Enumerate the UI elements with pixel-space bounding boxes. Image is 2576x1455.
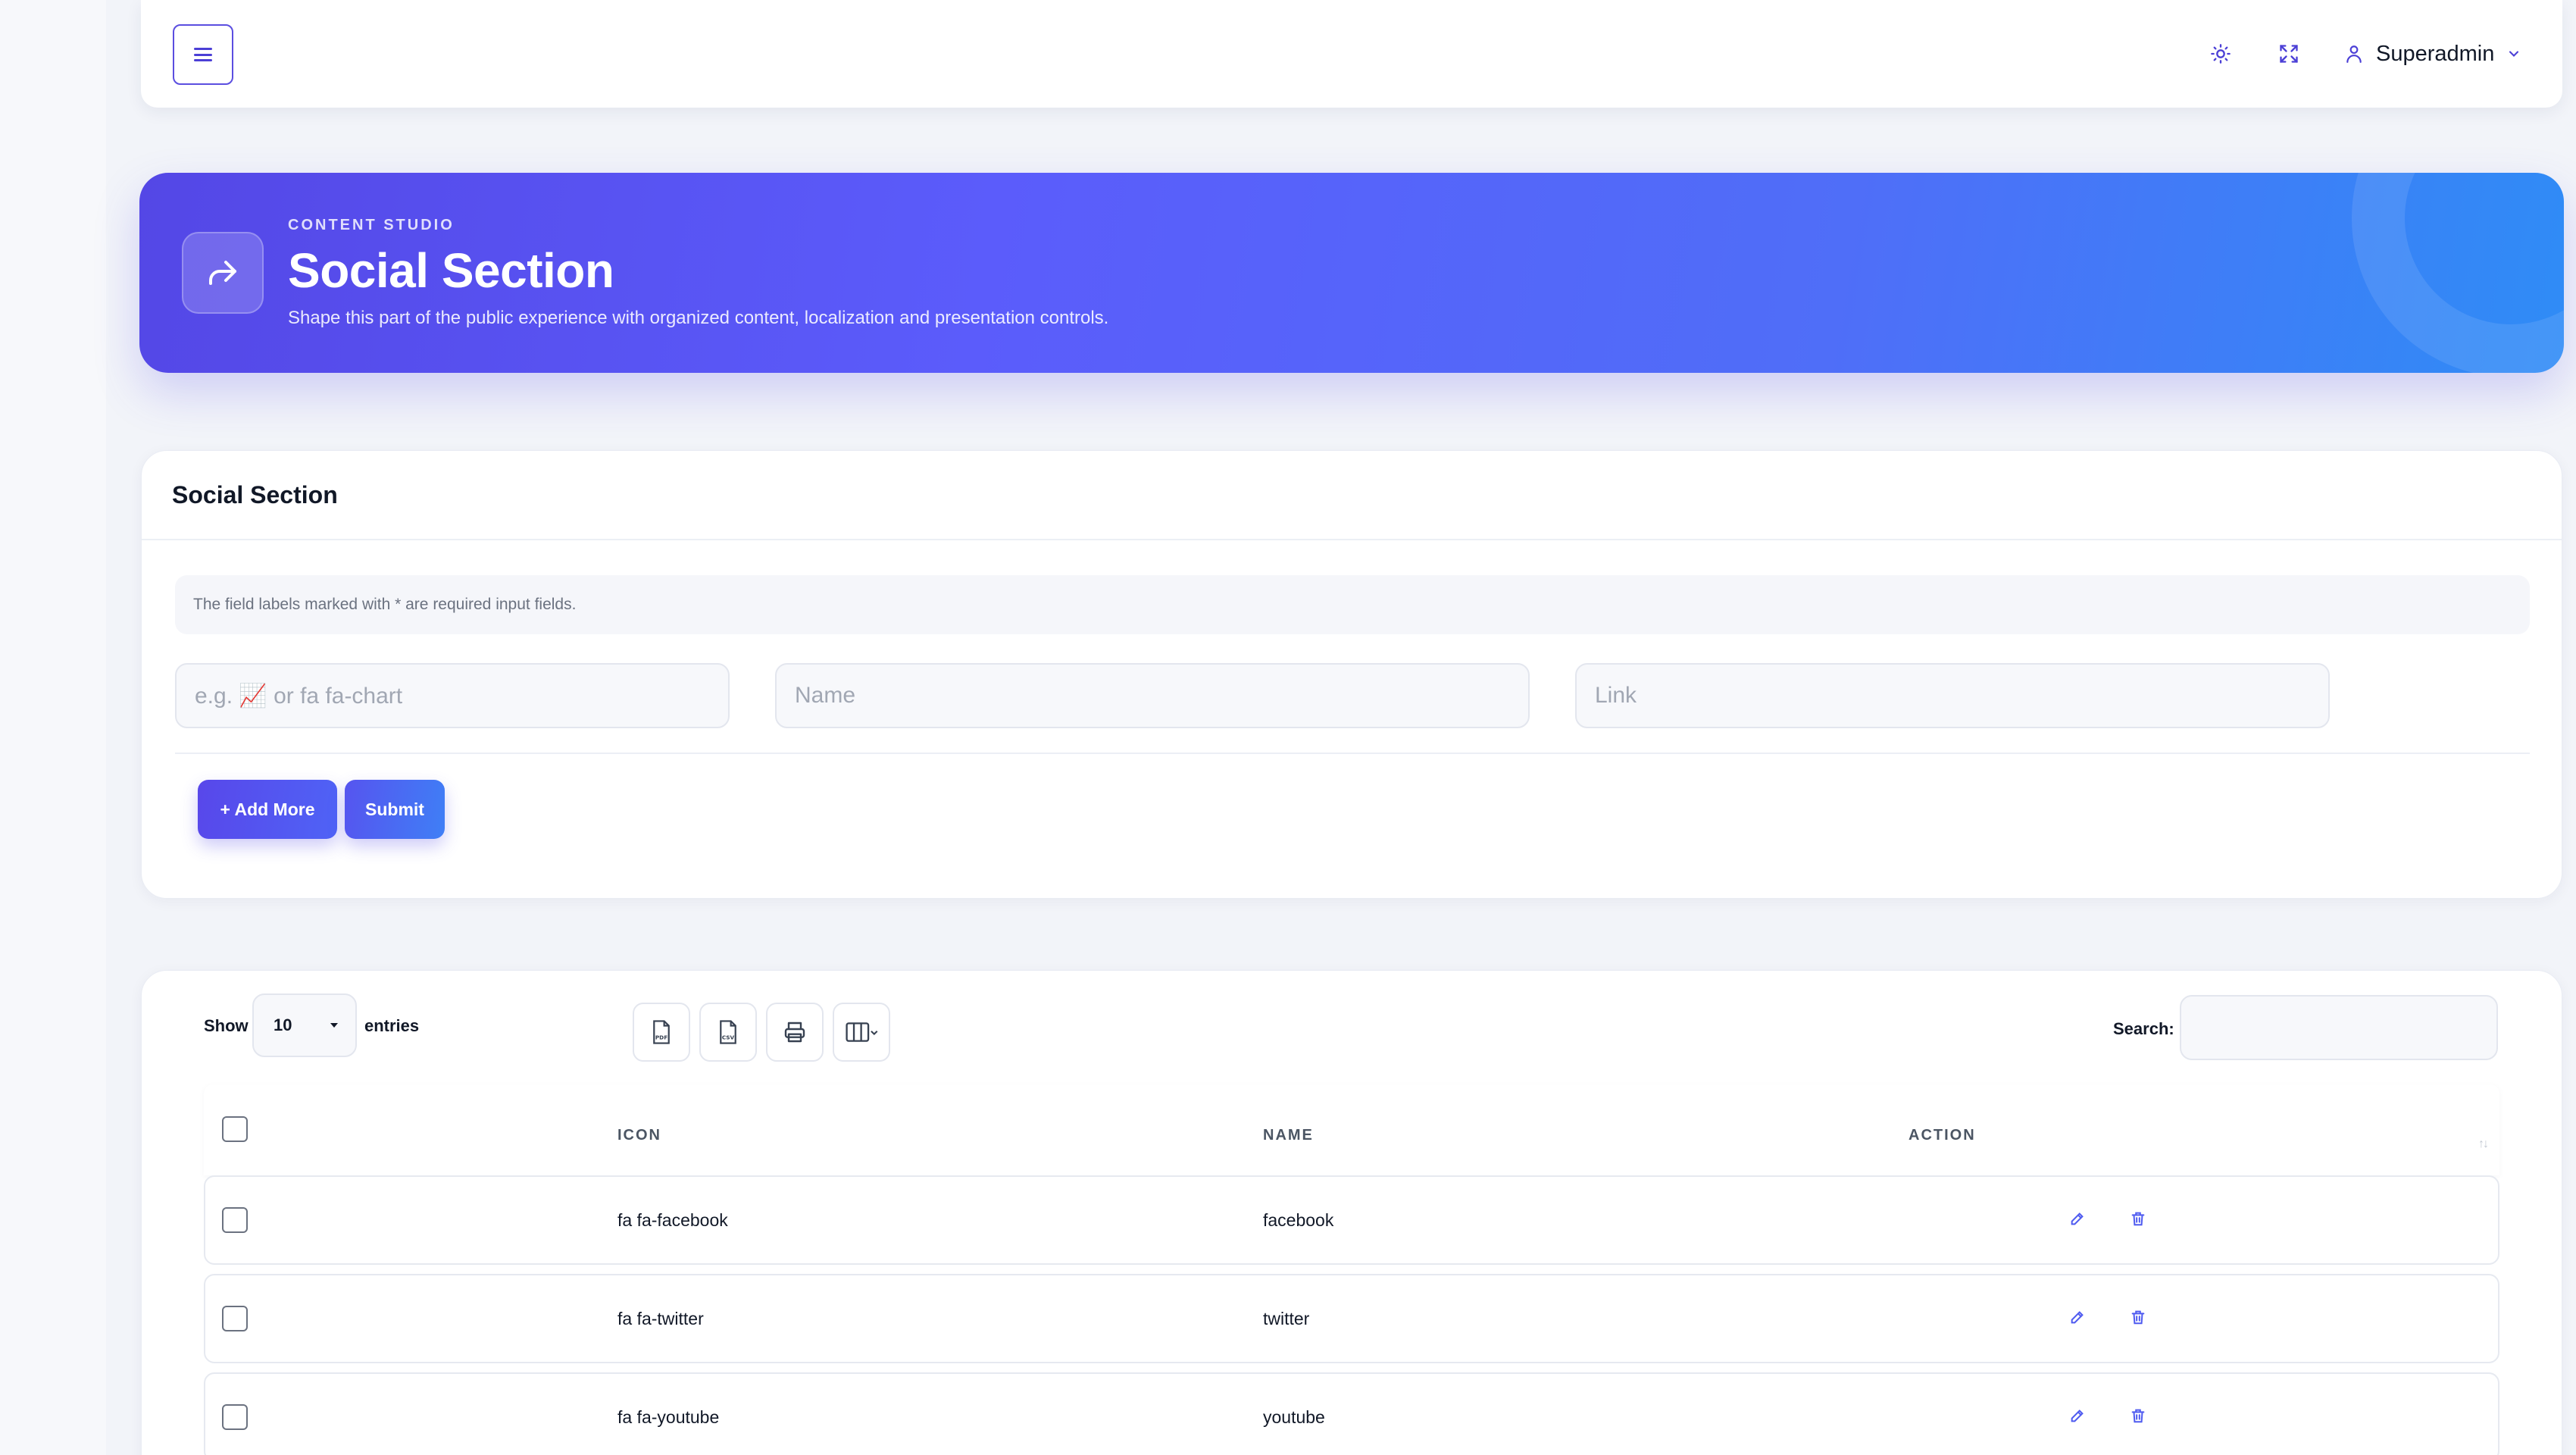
sun-icon <box>2211 44 2231 64</box>
table-row: fa fa-twitter twitter <box>204 1274 2499 1363</box>
column-header-name[interactable]: NAME <box>1263 1127 1314 1144</box>
user-name: Superadmin <box>2376 41 2495 66</box>
name-input[interactable]: Name <box>775 663 1530 728</box>
column-header-action: ACTION <box>1909 1127 1976 1144</box>
print-icon <box>784 1022 805 1043</box>
trash-icon <box>2131 1310 2145 1325</box>
row-checkbox[interactable] <box>222 1404 248 1430</box>
export-csv-button[interactable]: CSV <box>699 1003 757 1062</box>
user-icon <box>2346 45 2362 63</box>
page-length-select[interactable]: 10 <box>252 993 357 1057</box>
svg-text:CSV: CSV <box>722 1034 735 1041</box>
row-name-cell: twitter <box>1263 1309 1310 1328</box>
fullscreen-button[interactable] <box>2274 39 2303 68</box>
chevron-down-icon <box>2509 51 2519 57</box>
row-icon-cell: fa fa-youtube <box>617 1407 720 1427</box>
decorative-ring <box>2352 173 2564 373</box>
table-row: fa fa-youtube youtube <box>204 1372 2499 1455</box>
trash-icon <box>2131 1409 2145 1423</box>
divider <box>175 753 2530 754</box>
csv-export-icon: CSV <box>720 1020 736 1044</box>
row-checkbox[interactable] <box>222 1306 248 1331</box>
sort-icon[interactable]: ↑↓ <box>2478 1137 2489 1151</box>
row-checkbox[interactable] <box>222 1207 248 1233</box>
hero-icon-box <box>182 232 264 314</box>
edit-icon <box>2071 1212 2084 1225</box>
card-title: Social Section <box>172 480 338 508</box>
share-icon <box>209 261 236 285</box>
delete-button[interactable] <box>2128 1307 2148 1327</box>
column-header-icon[interactable]: ICON <box>617 1127 661 1144</box>
add-more-button[interactable]: + Add More <box>198 780 337 839</box>
page-length-value: 10 <box>274 1015 292 1034</box>
entries-label: entries <box>364 1016 420 1035</box>
hero-banner: CONTENT STUDIO Social Section Shape this… <box>139 173 2564 373</box>
delete-button[interactable] <box>2128 1406 2148 1425</box>
trash-icon <box>2131 1212 2145 1226</box>
edit-button[interactable] <box>2068 1209 2087 1228</box>
edit-icon <box>2071 1311 2084 1324</box>
search-label: Search: <box>2113 1019 2174 1038</box>
pdf-export-icon: PDF <box>653 1020 670 1044</box>
row-name-cell: facebook <box>1263 1210 1334 1230</box>
social-table-card: Show 10 entries PDF CSV Search: ICON NAM… <box>141 970 2562 1455</box>
table-header: ICON NAME ACTION ↑↓ <box>204 1084 2499 1175</box>
edit-button[interactable] <box>2068 1406 2087 1425</box>
caret-down-icon <box>330 1023 338 1028</box>
edit-icon <box>2071 1410 2084 1422</box>
table-row: fa fa-facebook facebook <box>204 1175 2499 1265</box>
sidebar-strip <box>0 0 106 1455</box>
top-navbar: Superadmin <box>141 0 2562 108</box>
export-pdf-button[interactable]: PDF <box>633 1003 690 1062</box>
card-header: Social Section <box>142 451 2562 540</box>
columns-icon <box>846 1022 878 1042</box>
row-icon-cell: fa fa-twitter <box>617 1309 704 1328</box>
submit-button[interactable]: Submit <box>345 780 445 839</box>
search-input[interactable] <box>2180 995 2498 1060</box>
page-title: Social Section <box>288 243 614 298</box>
theme-toggle-button[interactable] <box>2206 39 2235 68</box>
row-icon-cell: fa fa-facebook <box>617 1210 728 1230</box>
delete-button[interactable] <box>2128 1209 2148 1228</box>
hamburger-icon <box>194 48 212 61</box>
print-button[interactable] <box>766 1003 824 1062</box>
menu-toggle-button[interactable] <box>173 24 233 85</box>
edit-button[interactable] <box>2068 1307 2087 1327</box>
link-input[interactable]: Link <box>1575 663 2330 728</box>
hero-subtitle: Shape this part of the public experience… <box>288 308 1109 328</box>
social-form-card: Social Section The field labels marked w… <box>141 450 2562 899</box>
svg-text:PDF: PDF <box>655 1034 667 1041</box>
fullscreen-icon <box>2280 45 2298 63</box>
required-fields-note: The field labels marked with * are requi… <box>175 575 2530 634</box>
hero-kicker: CONTENT STUDIO <box>288 217 455 233</box>
icon-input[interactable]: e.g. 📈 or fa fa-chart <box>175 663 730 728</box>
column-visibility-button[interactable] <box>833 1003 890 1062</box>
show-label: Show <box>204 1016 249 1035</box>
row-name-cell: youtube <box>1263 1407 1325 1427</box>
user-menu[interactable]: Superadmin <box>2344 36 2521 71</box>
select-all-checkbox[interactable] <box>222 1116 248 1142</box>
